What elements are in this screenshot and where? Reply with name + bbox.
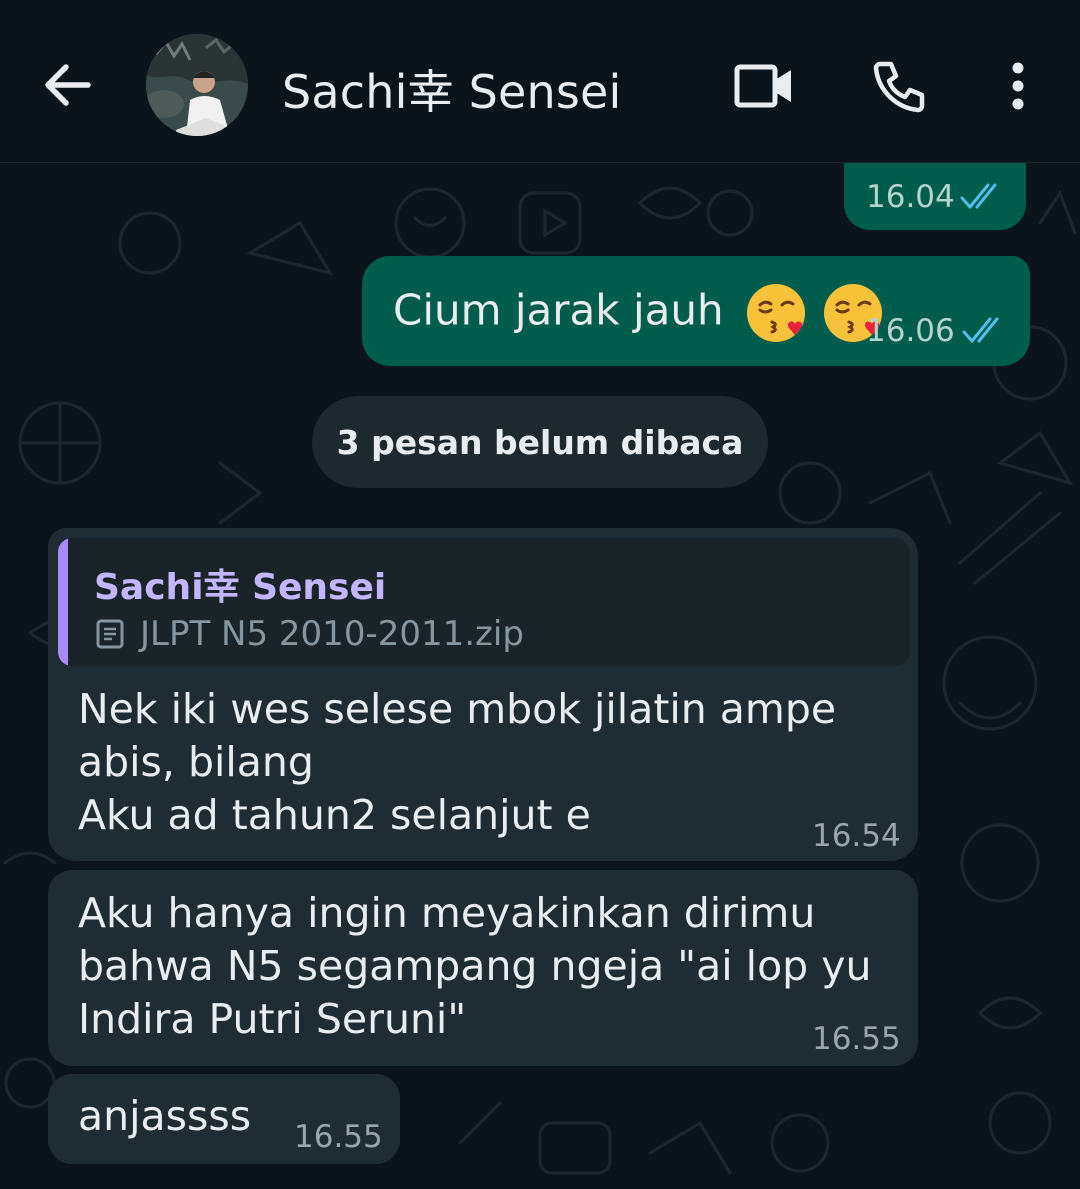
message-text: Cium jarak jauh [393, 282, 884, 344]
message-text-line: Nek iki wes selese mbok jilatin ampe [78, 685, 837, 733]
arrow-left-icon [45, 64, 91, 106]
document-icon [96, 619, 124, 649]
message-bubble-outgoing[interactable]: Cium jarak jauh 16.06 [362, 256, 1030, 366]
quote-accent-bar [58, 538, 68, 666]
message-text-line: Aku ad tahun2 selanjut e [78, 791, 591, 839]
message-time: 16.55 [812, 1021, 901, 1057]
unread-messages-label: 3 pesan belum dibaca [336, 422, 744, 462]
more-options-button[interactable] [978, 48, 1058, 124]
more-vertical-icon [1012, 62, 1024, 110]
message-text-content: Cium jarak jauh [393, 285, 724, 335]
message-time: 16.04 [866, 179, 955, 215]
message-text: anjassss [78, 1092, 252, 1140]
message-bubble-outgoing[interactable]: 16.04 [844, 163, 1026, 230]
message-list[interactable]: 16.04 Cium jarak jauh 16.06 3 pesan belu… [0, 163, 1080, 1189]
message-time: 16.06 [866, 313, 955, 349]
quoted-message[interactable]: Sachi幸 Sensei JLPT N5 2010-2011.zip [58, 538, 910, 666]
quoted-file-name: JLPT N5 2010-2011.zip [140, 614, 524, 654]
whatsapp-chat-screen: Sachi幸 Sensei 16.04 Cium jarak jauh 16.0… [0, 0, 1080, 1189]
contact-avatar[interactable] [146, 34, 248, 136]
unread-messages-banner: 3 pesan belum dibaca [312, 396, 768, 488]
voice-call-button[interactable] [860, 48, 940, 124]
quoted-author: Sachi幸 Sensei [94, 567, 387, 608]
message-text-line: Aku hanya ingin meyakinkan dirimu [78, 889, 816, 937]
message-text-line: bahwa N5 segampang ngeja "ai lop yu [78, 942, 872, 990]
video-call-button[interactable] [724, 48, 804, 124]
message-time: 16.55 [294, 1119, 383, 1155]
kissing-face-with-heart-emoji [746, 284, 805, 342]
quoted-file: JLPT N5 2010-2011.zip [94, 614, 524, 654]
message-time: 16.54 [812, 818, 901, 854]
video-camera-icon [734, 64, 791, 108]
message-text-line: Indira Putri Seruni" [78, 995, 467, 1043]
message-text-line: abis, bilang [78, 738, 314, 786]
contact-name[interactable]: Sachi幸 Sensei [282, 56, 622, 122]
avatar-photo [146, 34, 248, 136]
back-button[interactable] [30, 50, 106, 120]
chat-header: Sachi幸 Sensei [0, 0, 1080, 163]
phone-icon [873, 61, 925, 113]
read-receipt-icon [962, 317, 999, 343]
read-receipt-icon [960, 183, 997, 209]
